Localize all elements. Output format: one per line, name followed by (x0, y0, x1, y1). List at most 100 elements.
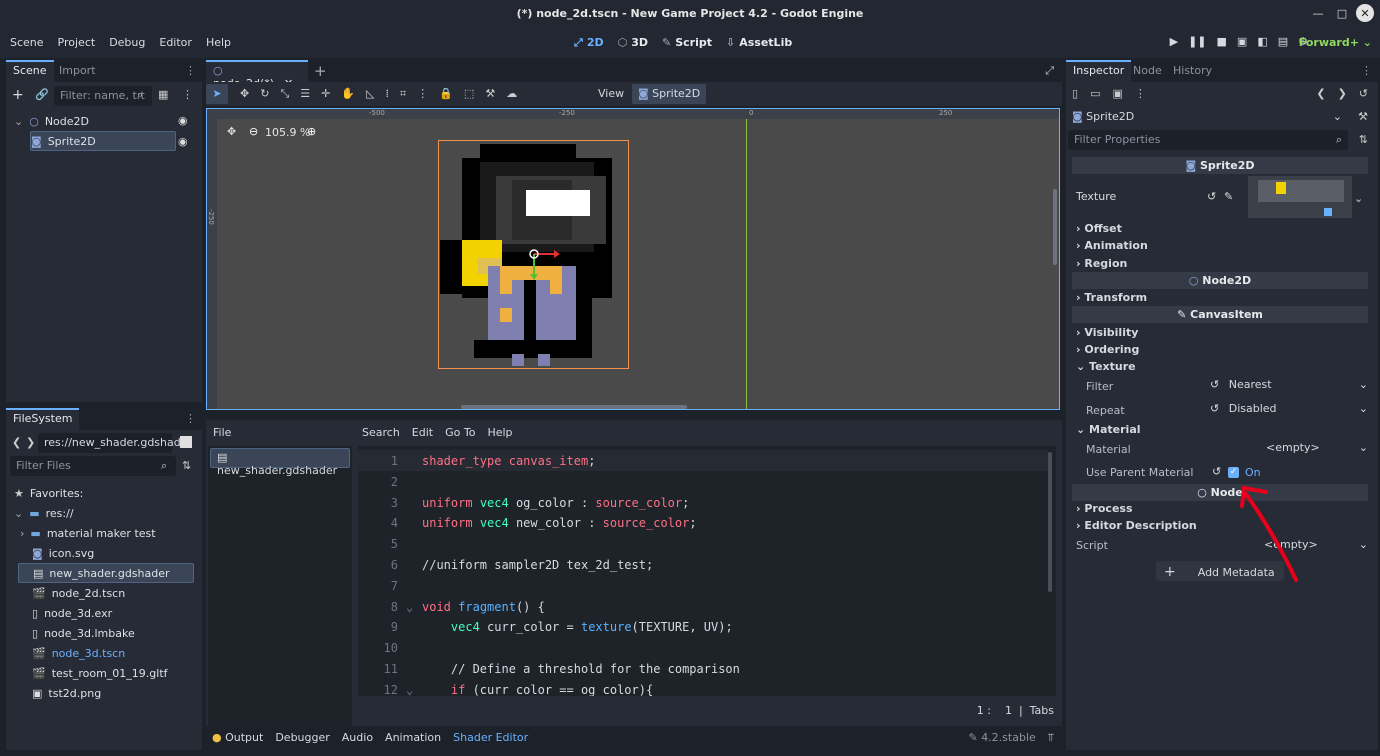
camera-icon[interactable]: ☁ (506, 87, 517, 101)
tree-sprite2d[interactable]: ◙ Sprite2D (30, 131, 176, 151)
more-icon[interactable]: ⋮ (1135, 87, 1146, 100)
horizontal-scrollbar[interactable] (461, 405, 687, 409)
close-icon[interactable]: ✕ (1356, 4, 1374, 22)
edit-menu[interactable]: Edit (412, 426, 433, 439)
section-visibility[interactable]: › Visibility (1076, 324, 1370, 341)
menu-scene[interactable]: Scene (10, 36, 44, 49)
file-item[interactable]: 🎬 test_room_01_19.gltf (32, 663, 168, 683)
sprite2d-menu[interactable]: ◙ Sprite2D (632, 84, 707, 104)
tab-inspector[interactable]: Inspector (1066, 60, 1132, 82)
pivot-tool-icon[interactable]: ✛ (321, 87, 330, 101)
file-menu[interactable]: File (213, 426, 231, 439)
center-view-icon[interactable]: ✥ (227, 125, 236, 138)
snap-icon[interactable]: ⁞ (386, 87, 390, 101)
property-options-icon[interactable]: ⇅ (1359, 133, 1368, 146)
section-transform[interactable]: › Transform (1076, 289, 1370, 306)
dock-menu-icon[interactable]: ⋮ (1361, 64, 1372, 77)
code-editor[interactable]: 1 2 3 4 5 6 7 8 9 10 11 12 ⌄ ⌄ shader_ty… (358, 446, 1056, 696)
menu-help[interactable]: Help (206, 36, 231, 49)
pin-panel-icon[interactable]: ⫪ (1048, 731, 1054, 745)
sprite-preview[interactable] (438, 140, 630, 370)
movie-icon[interactable]: ◧ (1257, 35, 1267, 48)
more-icon[interactable]: ⋮ (417, 87, 428, 101)
section-ordering[interactable]: › Ordering (1076, 341, 1370, 358)
chevron-down-icon[interactable]: ⌄ (1354, 192, 1363, 205)
split-mode-icon[interactable] (180, 436, 192, 448)
menu-debug[interactable]: Debug (109, 36, 145, 49)
grid-icon[interactable]: ⌗ (400, 87, 406, 101)
list-tool-icon[interactable]: ☰ (300, 87, 310, 101)
file-item[interactable]: ◙ icon.svg (32, 543, 94, 563)
code-scrollbar[interactable] (1048, 452, 1052, 592)
section-editor-description[interactable]: › Editor Description (1076, 517, 1370, 534)
tab-debugger[interactable]: Debugger (275, 731, 329, 745)
back-icon[interactable]: ❮ (12, 436, 21, 449)
group-icon[interactable]: ⬚ (464, 87, 474, 101)
zoom-level[interactable]: 105.9 % (265, 126, 310, 139)
dock-menu-icon[interactable]: ⋮ (185, 64, 196, 77)
dock-menu-icon[interactable]: ⋮ (185, 412, 196, 425)
workspace-assetlib[interactable]: ⇩ AssetLib (726, 36, 792, 50)
section-offset[interactable]: › Offset (1076, 220, 1370, 237)
tab-animation[interactable]: Animation (385, 731, 441, 745)
scale-tool-icon[interactable]: ⤡ (280, 87, 289, 101)
fold-chevron-icon[interactable]: ⌄ (406, 683, 413, 696)
help-menu[interactable]: Help (487, 426, 512, 439)
history-forward-icon[interactable]: ❯ (1338, 87, 1347, 100)
menu-project[interactable]: Project (58, 36, 96, 49)
add-tab-icon[interactable]: + (314, 62, 327, 80)
goto-menu[interactable]: Go To (445, 426, 475, 439)
filter-files-input[interactable]: Filter Files (10, 456, 176, 476)
select-tool-icon[interactable]: ➤ (206, 84, 228, 104)
maximize-icon[interactable]: □ (1332, 4, 1352, 22)
path-input[interactable]: res://new_shader.gdshader (38, 433, 192, 453)
visibility-eye-icon[interactable]: ◉ (178, 114, 188, 127)
res-root-row[interactable]: ⌄ ▬ res:// (14, 503, 74, 523)
pan-tool-icon[interactable]: ✋ (341, 87, 355, 101)
zoom-out-icon[interactable]: ⊖ (249, 125, 258, 138)
distraction-free-icon[interactable]: ⤢ (1045, 64, 1054, 78)
file-item[interactable]: ▯ node_3d.exr (32, 603, 112, 623)
vertical-scrollbar[interactable] (1053, 189, 1057, 265)
filter-dropdown[interactable]: ↺ Nearest ⌄ (1210, 378, 1368, 391)
workspace-3d[interactable]: ⬡ 3D (618, 36, 648, 50)
material-resource-picker[interactable]: <empty> ⌄ (1210, 441, 1368, 454)
visibility-eye-icon[interactable]: ◉ (178, 135, 188, 148)
save-icon[interactable]: ▣ (1112, 87, 1122, 100)
zoom-in-icon[interactable]: ⊕ (307, 125, 316, 138)
section-material[interactable]: ⌄ Material (1076, 421, 1370, 438)
tools-icon[interactable]: ⚒ (1358, 110, 1368, 123)
fold-chevron-icon[interactable]: ⌄ (406, 600, 413, 614)
search-menu[interactable]: Search (362, 426, 400, 439)
lock-icon[interactable]: 🔒 (439, 87, 453, 101)
file-item[interactable]: 🎬 node_2d.tscn (32, 583, 125, 603)
rotate-tool-icon[interactable]: ↻ (260, 87, 269, 101)
play-scene-icon[interactable]: ▤ (1278, 35, 1288, 48)
link-icon[interactable]: 🔗 (35, 88, 49, 101)
tab-filesystem[interactable]: FileSystem (6, 408, 80, 430)
file-item[interactable]: ▯ node_3d.lmbake (32, 623, 135, 643)
skeleton-icon[interactable]: ⚒ (485, 87, 495, 101)
file-item[interactable]: 🎬 node_3d.tscn (32, 643, 125, 663)
tab-import[interactable]: Import (52, 60, 103, 82)
repeat-dropdown[interactable]: ↺ Disabled ⌄ (1210, 402, 1368, 415)
favorites-row[interactable]: ★ Favorites: (14, 483, 83, 503)
ruler-tool-icon[interactable]: ◺ (366, 87, 374, 101)
view-menu[interactable]: View (598, 87, 624, 100)
section-texture[interactable]: ⌄ Texture (1076, 358, 1370, 375)
sort-icon[interactable]: ⇅ (182, 459, 191, 472)
menu-editor[interactable]: Editor (159, 36, 192, 49)
move-tool-icon[interactable]: ✥ (240, 87, 249, 101)
add-node-icon[interactable]: + (12, 87, 24, 103)
object-selector[interactable]: ◙ Sprite2D ⌄ (1070, 108, 1344, 126)
remote-icon[interactable]: ▣ (1237, 35, 1247, 48)
tab-output[interactable]: ● Output (212, 731, 263, 745)
new-resource-icon[interactable]: ▯ (1072, 87, 1078, 100)
tab-scene[interactable]: Scene (6, 60, 54, 82)
tab-history[interactable]: History (1166, 60, 1219, 82)
tab-node2d-scene[interactable]: ○ node_2d(*)✕ (206, 60, 308, 90)
pause-icon[interactable]: ❚❚ (1188, 35, 1206, 48)
tab-node[interactable]: Node (1126, 60, 1169, 82)
file-item-selected[interactable]: ▤ new_shader.gdshader (18, 563, 194, 583)
minimize-icon[interactable]: — (1308, 4, 1328, 22)
